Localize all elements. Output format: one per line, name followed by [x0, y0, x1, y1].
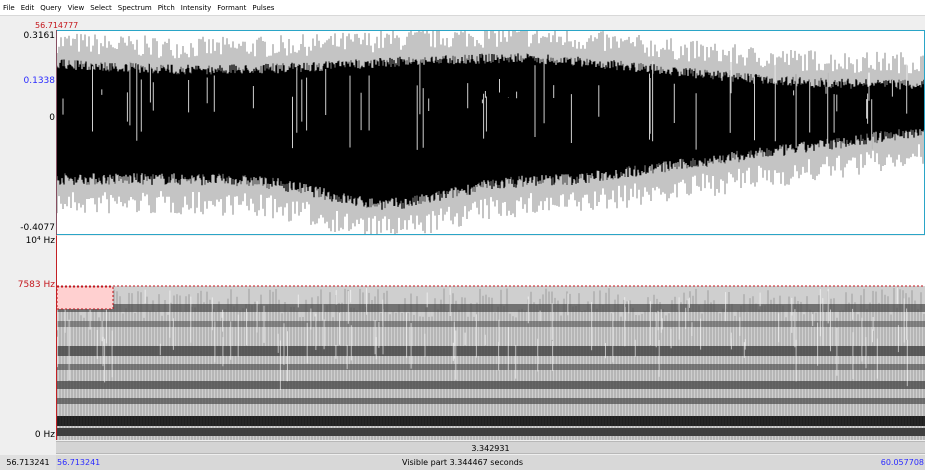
spectrogram-image	[56, 285, 925, 440]
selection-region	[56, 286, 114, 310]
selection-duration-bar[interactable]: 3.342931	[56, 441, 925, 454]
menu-bar: File Edit Query View Select Spectrum Pitch Inte…	[0, 0, 925, 16]
spectrogram-min-freq-label: 0 Hz	[34, 430, 55, 440]
menu-file[interactable]: File	[3, 4, 15, 12]
status-window-end[interactable]: 60.057708	[881, 455, 924, 470]
menu-select[interactable]: Select	[90, 4, 112, 12]
waveform-zero-label: 0	[49, 113, 55, 123]
spectrogram-panel[interactable]	[56, 236, 925, 440]
spectrogram-cursor-freq-label: 7583 Hz	[17, 280, 55, 290]
waveform-cursor-value-label: 0.1338	[23, 76, 56, 86]
menu-pitch[interactable]: Pitch	[158, 4, 175, 12]
spectrogram-max-freq-label: 10⁴ Hz	[25, 236, 55, 246]
status-visible-part[interactable]: Visible part 3.344467 seconds	[0, 455, 925, 470]
waveform-panel[interactable]	[56, 30, 925, 235]
menu-query[interactable]: Query	[40, 4, 61, 12]
status-bar: 56.713241 56.713241 Visible part 3.34446…	[0, 455, 925, 470]
selection-cursor-line	[56, 30, 57, 440]
menu-intensity[interactable]: Intensity	[181, 4, 211, 12]
waveform-trace	[57, 31, 924, 234]
menu-pulses[interactable]: Pulses	[252, 4, 274, 12]
waveform-max-label: 0.3161	[23, 31, 56, 41]
menu-spectrum[interactable]: Spectrum	[118, 4, 152, 12]
menu-view[interactable]: View	[68, 4, 85, 12]
menu-formant[interactable]: Formant	[217, 4, 246, 12]
waveform-min-label: -0.4077	[20, 223, 55, 233]
menu-edit[interactable]: Edit	[21, 4, 35, 12]
